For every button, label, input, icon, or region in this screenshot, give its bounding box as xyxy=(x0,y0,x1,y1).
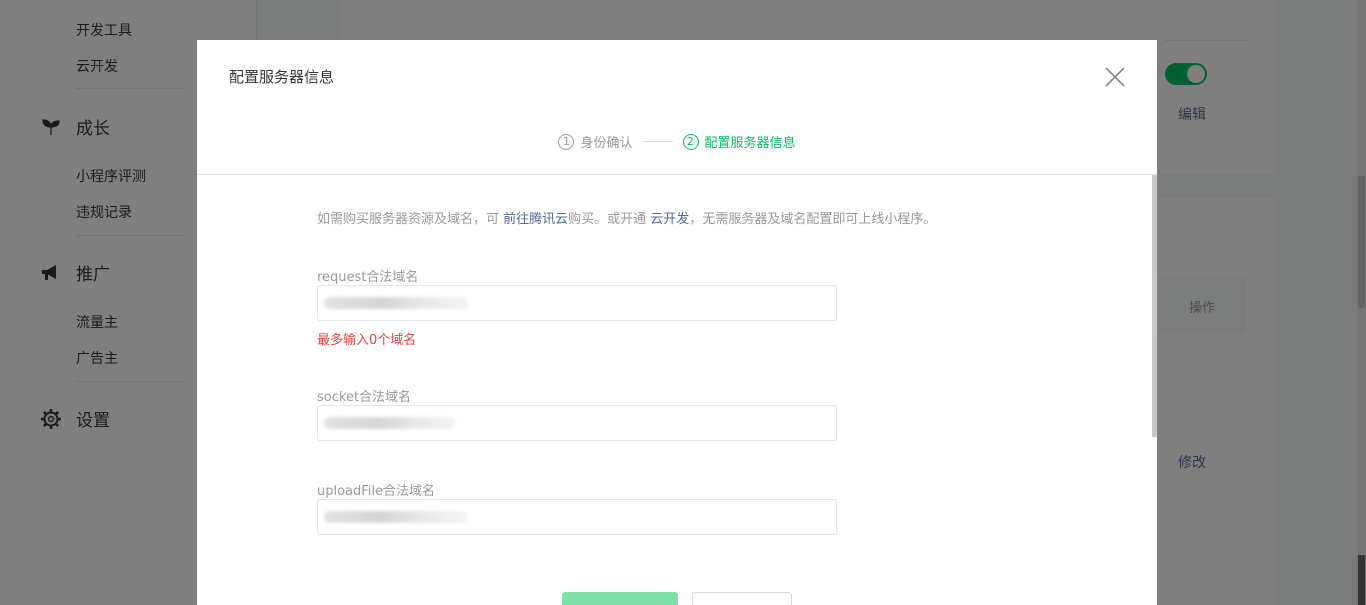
server-config-dialog: 配置服务器信息 1 身份确认 2 配置服务器信息 如需购买服务器资源及域名，可 … xyxy=(197,40,1157,605)
request-domain-label: request合法域名 xyxy=(317,270,419,285)
step-label: 身份确认 xyxy=(580,136,633,151)
step-number: 2 xyxy=(682,133,699,150)
cancel-button[interactable] xyxy=(692,592,792,605)
step-label: 配置服务器信息 xyxy=(704,136,796,151)
dialog-scrollbar[interactable] xyxy=(1152,175,1157,437)
notice-middle: 购买。或开通 xyxy=(568,212,651,227)
request-domain-input[interactable] xyxy=(317,285,837,321)
notice-suffix: ，无需服务器及域名配置即可上线小程序。 xyxy=(689,212,937,227)
step-connector xyxy=(642,141,673,142)
step-server-config: 2 配置服务器信息 xyxy=(682,132,796,151)
dialog-body: 如需购买服务器资源及域名，可 前往腾讯云购买。或开通 云开发，无需服务器及域名配… xyxy=(197,175,1157,605)
step-indicator: 1 身份确认 2 配置服务器信息 xyxy=(197,132,1157,151)
close-icon xyxy=(1105,67,1125,87)
step-identity: 1 身份确认 xyxy=(558,132,633,151)
dialog-title: 配置服务器信息 xyxy=(229,68,335,86)
request-domain-error: 最多输入0个域名 xyxy=(317,333,417,348)
socket-domain-input[interactable] xyxy=(317,405,837,441)
submit-button[interactable] xyxy=(562,592,678,605)
redacted-value xyxy=(324,297,469,309)
upload-domain-label: uploadFile合法域名 xyxy=(317,484,436,499)
redacted-value xyxy=(324,417,456,429)
close-button[interactable] xyxy=(1103,65,1127,89)
step-number: 1 xyxy=(558,133,575,150)
upload-domain-input[interactable] xyxy=(317,499,837,535)
purchase-notice: 如需购买服务器资源及域名，可 前往腾讯云购买。或开通 云开发，无需服务器及域名配… xyxy=(317,208,936,227)
redacted-value xyxy=(324,511,467,523)
notice-prefix: 如需购买服务器资源及域名，可 xyxy=(317,212,504,227)
cloud-dev-link[interactable]: 云开发 xyxy=(650,212,689,227)
tencent-cloud-link[interactable]: 前往腾讯云 xyxy=(503,212,568,227)
socket-domain-label: socket合法域名 xyxy=(317,390,412,405)
